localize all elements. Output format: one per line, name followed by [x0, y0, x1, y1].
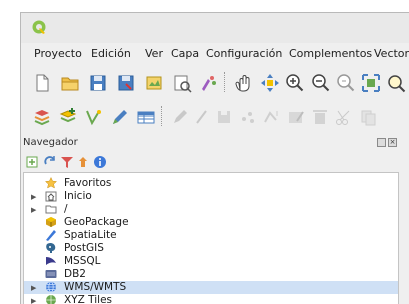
save-project-icon[interactable] — [87, 72, 109, 94]
menu-bar: Proyecto Edición Ver Capa Configuración … — [21, 43, 409, 65]
zoom-native-resolution-icon[interactable] — [335, 72, 357, 94]
menu-proyecto[interactable]: Proyecto — [34, 47, 82, 60]
layer-table-icon[interactable] — [135, 106, 157, 128]
map-canvas-edge — [401, 172, 409, 304]
home-folder-icon — [45, 190, 57, 202]
geopackage-icon — [45, 216, 57, 228]
menu-complementos[interactable]: Complementos — [289, 47, 372, 60]
title-bar — [21, 13, 409, 43]
tree-item-label: SpatiaLite — [64, 229, 117, 241]
tree-item-root[interactable]: ▶ / — [24, 203, 398, 216]
show-layout-manager-icon[interactable] — [171, 72, 193, 94]
toolbar-separator — [224, 72, 226, 92]
tree-item-spatialite[interactable]: SpatiaLite — [24, 229, 398, 242]
layer-toolbar — [21, 99, 409, 133]
tree-item-label: Inicio — [64, 190, 92, 202]
menu-configuracion[interactable]: Configuración — [206, 47, 282, 60]
open-project-icon[interactable] — [59, 72, 81, 94]
modify-attributes-disabled-icon — [285, 106, 307, 128]
tree-item-label: WMS/WMTS — [64, 281, 127, 293]
menu-capa[interactable]: Capa — [171, 47, 199, 60]
digitize-icon[interactable] — [109, 106, 131, 128]
browser-tree: Favoritos ▶ Inicio ▶ / GeoPackage Spatia… — [23, 172, 399, 304]
expand-arrow-icon[interactable]: ▶ — [31, 193, 37, 201]
project-toolbar — [21, 65, 409, 99]
info-icon[interactable] — [93, 155, 107, 169]
expand-arrow-icon[interactable]: ▶ — [31, 284, 37, 292]
style-manager-icon[interactable] — [197, 72, 219, 94]
tree-item-db2[interactable]: DB2 — [24, 268, 398, 281]
navigator-toolbar — [21, 152, 409, 172]
tree-item-label: XYZ Tiles — [64, 294, 112, 304]
folder-icon — [45, 203, 57, 215]
spatialite-icon — [45, 229, 57, 241]
delete-selected-disabled-icon — [309, 106, 331, 128]
tree-item-favoritos[interactable]: Favoritos — [24, 176, 398, 190]
pan-map-icon[interactable] — [232, 72, 254, 94]
tree-item-label: Favoritos — [64, 177, 112, 189]
copy-features-disabled-icon — [357, 106, 379, 128]
close-panel-icon[interactable]: × — [388, 138, 397, 147]
screen-background: Proyecto Edición Ver Capa Configuración … — [0, 0, 409, 304]
toggle-editing-disabled-icon — [191, 106, 213, 128]
qgis-logo-icon — [31, 19, 47, 35]
tree-item-postgis[interactable]: PostGIS — [24, 242, 398, 255]
zoom-full-icon[interactable] — [360, 72, 382, 94]
collapse-all-icon[interactable] — [76, 155, 90, 169]
navigator-panel-header: Navegador × — [21, 134, 409, 152]
tree-item-geopackage[interactable]: GeoPackage — [24, 216, 398, 229]
add-point-disabled-icon — [237, 106, 259, 128]
navigator-title: Navegador — [23, 137, 78, 148]
tree-item-label: GeoPackage — [64, 216, 129, 228]
data-source-manager-icon[interactable] — [31, 106, 53, 128]
new-project-icon[interactable] — [31, 72, 53, 94]
tree-item-label: DB2 — [64, 268, 86, 280]
save-edits-disabled-icon — [213, 106, 235, 128]
zoom-in-icon[interactable] — [284, 72, 306, 94]
new-print-layout-icon[interactable] — [143, 72, 165, 94]
filter-icon[interactable] — [60, 155, 74, 169]
expand-arrow-icon[interactable]: ▶ — [31, 206, 37, 214]
tree-item-label: / — [64, 203, 68, 215]
db2-icon — [45, 268, 57, 280]
mssql-icon — [45, 255, 57, 267]
tree-item-xyz-tiles[interactable]: ▶ XYZ Tiles — [24, 294, 398, 304]
star-icon — [44, 176, 58, 189]
add-layer-icon[interactable] — [57, 106, 79, 128]
qgis-window: Proyecto Edición Ver Capa Configuración … — [20, 12, 409, 304]
vertex-tool-disabled-icon — [261, 106, 283, 128]
add-vector-layer-icon[interactable] — [83, 106, 105, 128]
menu-ver[interactable]: Ver — [145, 47, 163, 60]
postgis-icon — [45, 242, 57, 254]
tree-item-label: MSSQL — [64, 255, 101, 267]
zoom-to-selection-icon[interactable] — [385, 72, 407, 94]
tree-item-wms-wmts[interactable]: ▶ WMS/WMTS — [24, 281, 398, 294]
toolbar-separator — [161, 106, 163, 126]
refresh-icon[interactable] — [43, 155, 57, 169]
zoom-out-icon[interactable] — [310, 72, 332, 94]
wms-globe-icon — [45, 281, 57, 293]
cut-features-disabled-icon — [333, 106, 355, 128]
xyz-tiles-icon — [45, 294, 57, 304]
float-panel-icon[interactable] — [377, 138, 386, 147]
menu-vectorial[interactable]: Vectorial — [374, 47, 409, 60]
save-as-icon[interactable] — [115, 72, 137, 94]
tree-item-mssql[interactable]: MSSQL — [24, 255, 398, 268]
pan-to-selection-icon[interactable] — [259, 72, 281, 94]
expand-arrow-icon[interactable]: ▶ — [31, 297, 37, 304]
tree-item-label: PostGIS — [64, 242, 104, 254]
tree-item-inicio[interactable]: ▶ Inicio — [24, 190, 398, 203]
menu-edicion[interactable]: Edición — [91, 47, 131, 60]
edit-pencil-disabled-icon — [169, 106, 191, 128]
add-selected-layers-icon[interactable] — [25, 155, 39, 169]
